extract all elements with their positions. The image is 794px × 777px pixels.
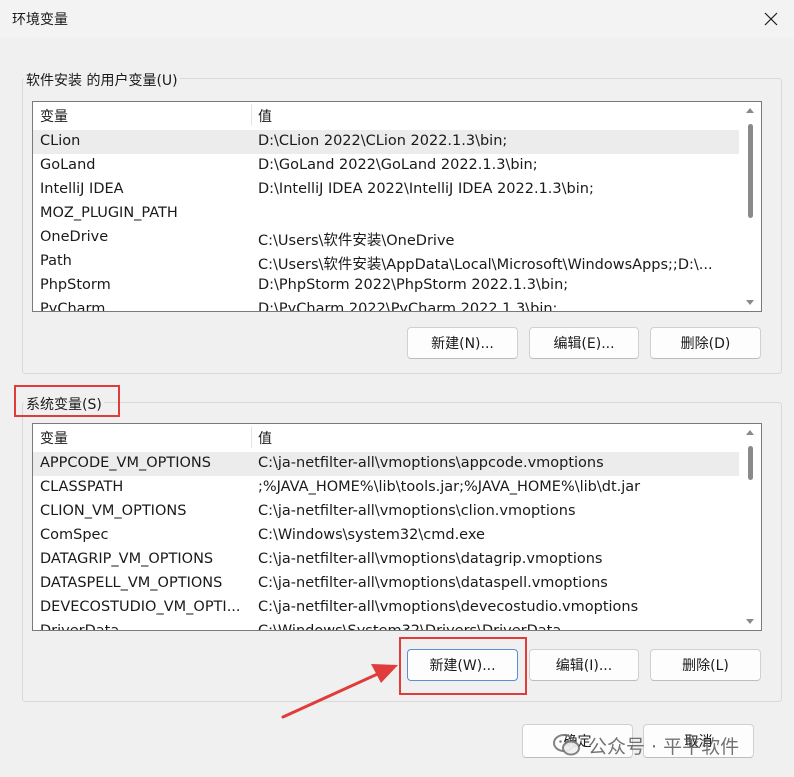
system-variables-list[interactable]: 变量 值 APPCODE_VM_OPTIONS C:\ja-netfilter-… bbox=[32, 423, 762, 631]
cell-variable: IntelliJ IDEA bbox=[40, 181, 124, 197]
table-row[interactable]: DriverData C:\Windows\System32\Drivers\D… bbox=[33, 620, 739, 631]
cell-variable: CLION_VM_OPTIONS bbox=[40, 503, 187, 519]
table-row[interactable]: CLion D:\CLion 2022\CLion 2022.1.3\bin; bbox=[33, 130, 739, 154]
table-row[interactable]: DATAGRIP_VM_OPTIONS C:\ja-netfilter-all\… bbox=[33, 548, 739, 572]
title-bar: 环境变量 bbox=[0, 0, 794, 38]
cell-value: C:\Users\软件安装\AppData\Local\Microsoft\Wi… bbox=[258, 257, 713, 273]
system-new-button[interactable]: 新建(W)... bbox=[407, 649, 518, 681]
table-row[interactable]: OneDrive C:\Users\软件安装\OneDrive bbox=[33, 226, 739, 250]
table-row[interactable]: CLION_VM_OPTIONS C:\ja-netfilter-all\vmo… bbox=[33, 500, 739, 524]
cell-value: D:\PhpStorm 2022\PhpStorm 2022.1.3\bin; bbox=[258, 277, 569, 293]
cell-variable: DEVECOSTUDIO_VM_OPTI... bbox=[40, 599, 241, 615]
user-variables-label: 软件安装 的用户变量(U) bbox=[24, 70, 180, 90]
table-row[interactable]: Path C:\Users\软件安装\AppData\Local\Microso… bbox=[33, 250, 739, 274]
system-edit-button[interactable]: 编辑(I)... bbox=[529, 649, 639, 681]
list-header: 变量 值 bbox=[33, 102, 761, 128]
close-icon bbox=[764, 12, 778, 26]
scroll-thumb[interactable] bbox=[748, 446, 753, 480]
wechat-icon bbox=[553, 734, 580, 756]
column-header-value[interactable]: 值 bbox=[258, 106, 272, 126]
user-edit-button[interactable]: 编辑(E)... bbox=[529, 327, 639, 359]
cell-variable: PhpStorm bbox=[40, 277, 111, 293]
cell-value: D:\GoLand 2022\GoLand 2022.1.3\bin; bbox=[258, 157, 538, 173]
cell-value: C:\Windows\System32\Drivers\DriverData bbox=[258, 623, 562, 631]
table-row[interactable]: GoLand D:\GoLand 2022\GoLand 2022.1.3\bi… bbox=[33, 154, 739, 178]
column-header-variable[interactable]: 变量 bbox=[40, 106, 68, 126]
cell-variable: DATASPELL_VM_OPTIONS bbox=[40, 575, 223, 591]
cell-variable: CLASSPATH bbox=[40, 479, 124, 495]
system-delete-button[interactable]: 删除(L) bbox=[650, 649, 761, 681]
table-row[interactable]: PyCharm D:\PyCharm 2022\PyCharm 2022.1.3… bbox=[33, 298, 739, 312]
user-variables-list[interactable]: 变量 值 CLion D:\CLion 2022\CLion 2022.1.3\… bbox=[32, 101, 762, 312]
cell-value: C:\ja-netfilter-all\vmoptions\appcode.vm… bbox=[258, 455, 604, 471]
window-title: 环境变量 bbox=[12, 12, 68, 28]
column-header-variable[interactable]: 变量 bbox=[40, 428, 68, 448]
list-header: 变量 值 bbox=[33, 424, 761, 450]
vertical-scrollbar[interactable] bbox=[739, 424, 761, 630]
table-row[interactable]: ComSpec C:\Windows\system32\cmd.exe bbox=[33, 524, 739, 548]
cell-value: C:\Windows\system32\cmd.exe bbox=[258, 527, 485, 543]
column-header-value[interactable]: 值 bbox=[258, 428, 272, 448]
cell-value: C:\ja-netfilter-all\vmoptions\devecostud… bbox=[258, 599, 639, 615]
scroll-down-icon[interactable] bbox=[746, 300, 754, 305]
column-divider[interactable] bbox=[251, 426, 252, 448]
scroll-thumb[interactable] bbox=[748, 124, 753, 218]
table-row[interactable]: MOZ_PLUGIN_PATH bbox=[33, 202, 739, 226]
cell-variable: ComSpec bbox=[40, 527, 109, 543]
cell-value: C:\ja-netfilter-all\vmoptions\dataspell.… bbox=[258, 575, 608, 591]
table-row[interactable]: APPCODE_VM_OPTIONS C:\ja-netfilter-all\v… bbox=[33, 452, 739, 476]
table-row[interactable]: PhpStorm D:\PhpStorm 2022\PhpStorm 2022.… bbox=[33, 274, 739, 298]
user-new-button[interactable]: 新建(N)... bbox=[407, 327, 518, 359]
cell-variable: APPCODE_VM_OPTIONS bbox=[40, 455, 211, 471]
cell-variable: Path bbox=[40, 253, 72, 269]
cell-variable: DriverData bbox=[40, 623, 120, 631]
cell-variable: OneDrive bbox=[40, 229, 109, 245]
cell-value: D:\CLion 2022\CLion 2022.1.3\bin; bbox=[258, 133, 508, 149]
watermark-text: 公众号 · 平平软件 bbox=[588, 735, 740, 758]
scroll-down-icon[interactable] bbox=[746, 619, 754, 624]
cell-value: D:\IntelliJ IDEA 2022\IntelliJ IDEA 2022… bbox=[258, 181, 594, 197]
table-row[interactable]: DEVECOSTUDIO_VM_OPTI... C:\ja-netfilter-… bbox=[33, 596, 739, 620]
scroll-up-icon[interactable] bbox=[746, 430, 754, 435]
vertical-scrollbar[interactable] bbox=[739, 102, 761, 311]
watermark: 公众号 · 平平软件 bbox=[552, 730, 739, 760]
cell-value: ;%JAVA_HOME%\lib\tools.jar;%JAVA_HOME%\l… bbox=[258, 479, 641, 495]
scroll-up-icon[interactable] bbox=[746, 108, 754, 113]
table-row[interactable]: CLASSPATH ;%JAVA_HOME%\lib\tools.jar;%JA… bbox=[33, 476, 739, 500]
cell-variable: MOZ_PLUGIN_PATH bbox=[40, 205, 178, 221]
system-variables-label: 系统变量(S) bbox=[24, 394, 104, 414]
cell-value: D:\PyCharm 2022\PyCharm 2022.1.3\bin; bbox=[258, 301, 558, 312]
cell-variable: DATAGRIP_VM_OPTIONS bbox=[40, 551, 214, 567]
user-delete-button[interactable]: 删除(D) bbox=[650, 327, 761, 359]
cell-variable: PyCharm bbox=[40, 301, 106, 312]
cell-value: C:\Users\软件安装\OneDrive bbox=[258, 233, 455, 249]
column-divider[interactable] bbox=[251, 104, 252, 126]
table-row[interactable]: IntelliJ IDEA D:\IntelliJ IDEA 2022\Inte… bbox=[33, 178, 739, 202]
table-row[interactable]: DATASPELL_VM_OPTIONS C:\ja-netfilter-all… bbox=[33, 572, 739, 596]
cell-variable: CLion bbox=[40, 133, 81, 149]
cell-value: C:\ja-netfilter-all\vmoptions\datagrip.v… bbox=[258, 551, 603, 567]
cell-value: C:\ja-netfilter-all\vmoptions\clion.vmop… bbox=[258, 503, 576, 519]
close-button[interactable] bbox=[748, 0, 794, 38]
cell-variable: GoLand bbox=[40, 157, 96, 173]
